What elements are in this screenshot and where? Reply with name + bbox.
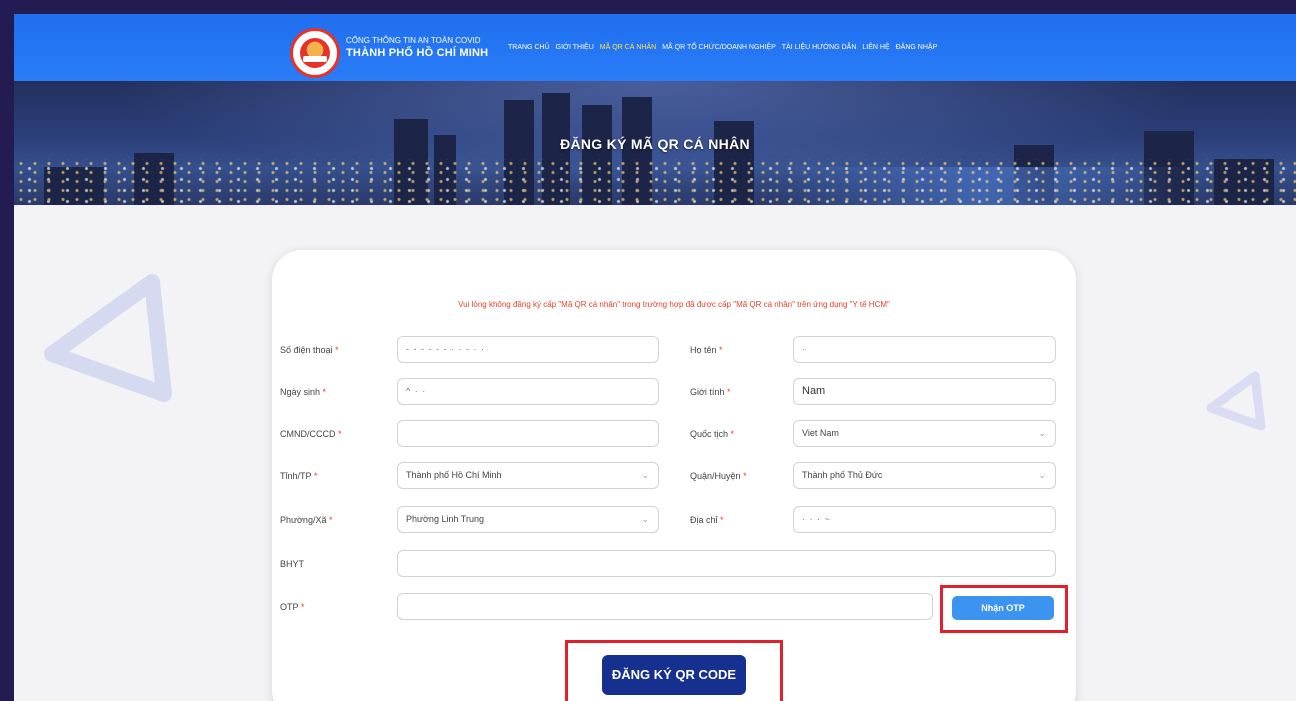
- dob-label: Ngày sinh *: [280, 387, 327, 397]
- brand[interactable]: CỔNG THÔNG TIN AN TOÀN COVID THÀNH PHỐ H…: [346, 36, 488, 60]
- get-otp-button[interactable]: Nhận OTP: [952, 596, 1054, 620]
- register-qr-code-button[interactable]: ĐĂNG KÝ QR CODE: [602, 655, 746, 695]
- phone-label: Số điện thoại *: [280, 345, 339, 355]
- city-banner: ĐĂNG KÝ MÃ QR CÁ NHÂN: [14, 81, 1296, 205]
- id-card-input[interactable]: [397, 420, 659, 447]
- nav-login[interactable]: ĐĂNG NHẬP: [896, 44, 938, 51]
- page: CỔNG THÔNG TIN AN TOÀN COVID THÀNH PHỐ H…: [14, 14, 1296, 701]
- chevron-down-icon: ⌄: [1038, 428, 1046, 438]
- province-label: Tỉnh/TP *: [280, 471, 318, 481]
- phone-input[interactable]: - - - - - - · · - · ·: [397, 336, 659, 363]
- warning-message: Vui lòng không đăng ký cấp "Mã QR cá nhâ…: [458, 300, 890, 309]
- ward-label: Phường/Xã *: [280, 515, 333, 525]
- dob-input[interactable]: ^ · ·: [397, 378, 659, 405]
- form-row: BHYT: [272, 550, 1076, 578]
- chevron-down-icon: ⌄: [641, 514, 649, 524]
- insurance-label: BHYT: [280, 559, 305, 569]
- page-title: ĐĂNG KÝ MÃ QR CÁ NHÂN: [560, 136, 750, 152]
- nav-contact[interactable]: LIÊN HỆ: [862, 44, 889, 51]
- form-row: Phường/Xã * Phường Linh Trung ⌄ Địa chỉ *…: [272, 506, 1076, 534]
- full-name-label: Họ tên *: [690, 345, 723, 355]
- insurance-input[interactable]: [397, 550, 1056, 577]
- form-row: CMND/CCCD * Quốc tịch * Viet Nam ⌄: [272, 420, 1076, 448]
- province-select[interactable]: Thành phố Hồ Chí Minh ⌄: [397, 462, 659, 489]
- district-select[interactable]: Thành phố Thủ Đức ⌄: [793, 462, 1056, 489]
- form-row: Ngày sinh * ^ · · Giới tính * Nam: [272, 378, 1076, 406]
- main-nav: TRANG CHỦ GIỚI THIỆU MÃ QR CÁ NHÂN MÃ QR…: [508, 44, 937, 51]
- address-input[interactable]: · · · ~: [793, 506, 1056, 533]
- nationality-label: Quốc tịch *: [690, 429, 735, 439]
- decorative-triangle-right: [1206, 371, 1266, 431]
- decorative-triangle-left: [44, 274, 172, 402]
- top-navigation-bar: CỔNG THÔNG TIN AN TOÀN COVID THÀNH PHỐ H…: [14, 14, 1296, 81]
- address-label: Địa chỉ *: [690, 515, 724, 525]
- brand-line-2: THÀNH PHỐ HỒ CHÍ MINH: [346, 47, 489, 59]
- brand-line-1: CỔNG THÔNG TIN AN TOÀN COVID: [346, 36, 481, 45]
- full-name-input[interactable]: ·: [793, 336, 1056, 363]
- nav-about[interactable]: GIỚI THIỆU: [556, 44, 594, 51]
- registration-form-card: Vui lòng không đăng ký cấp "Mã QR cá nhâ…: [272, 250, 1076, 701]
- nav-organization-qr[interactable]: MÃ QR TỔ CHỨC/DOANH NGHIỆP: [662, 44, 776, 51]
- city-lights: [14, 159, 1296, 205]
- chevron-down-icon: ⌄: [1038, 470, 1046, 480]
- nav-personal-qr[interactable]: MÃ QR CÁ NHÂN: [600, 44, 656, 51]
- otp-label: OTP *: [280, 602, 305, 612]
- nav-home[interactable]: TRANG CHỦ: [508, 44, 550, 51]
- gender-input[interactable]: Nam: [793, 378, 1056, 405]
- ward-select[interactable]: Phường Linh Trung ⌄: [397, 506, 659, 533]
- otp-input[interactable]: [397, 593, 933, 620]
- city-logo[interactable]: [290, 28, 340, 78]
- id-card-label: CMND/CCCD *: [280, 429, 342, 439]
- form-row: Số điện thoại * - - - - - - · · - · · Họ…: [272, 336, 1076, 364]
- gender-label: Giới tính *: [690, 387, 731, 397]
- chevron-down-icon: ⌄: [641, 470, 649, 480]
- form-row: Tỉnh/TP * Thành phố Hồ Chí Minh ⌄ Quận/Hu…: [272, 462, 1076, 490]
- nav-documents[interactable]: TÀI LIỆU HƯỚNG DẪN: [782, 44, 857, 51]
- district-label: Quận/Huyện *: [690, 471, 747, 481]
- nationality-select[interactable]: Viet Nam ⌄: [793, 420, 1056, 447]
